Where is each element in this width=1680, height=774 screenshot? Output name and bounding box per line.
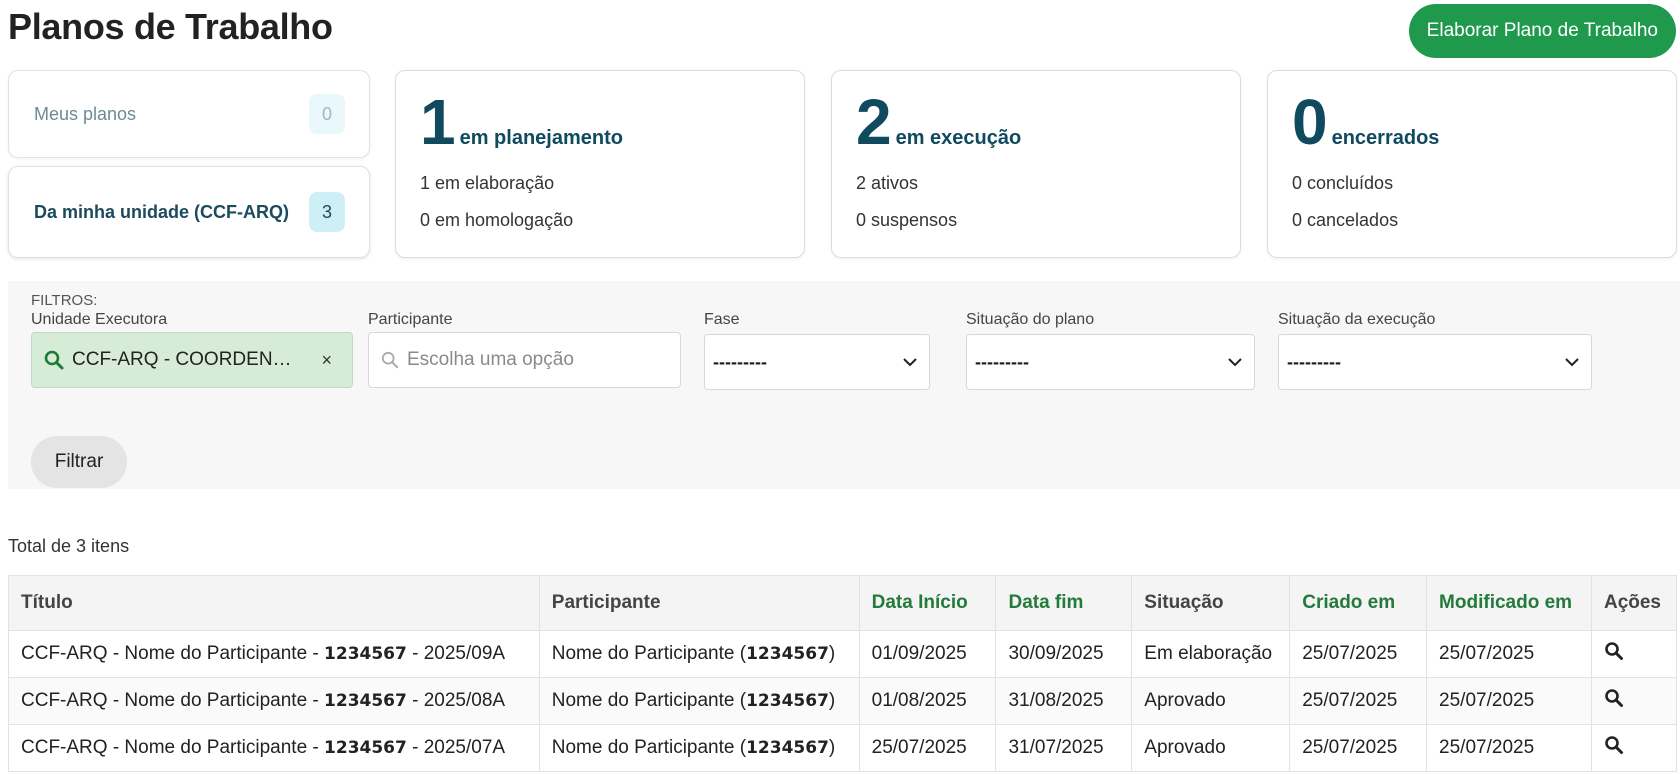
plans-table: Título Participante Data Início Data fim…: [8, 575, 1678, 772]
cell-created: 25/07/2025: [1289, 724, 1428, 772]
stat-number: 0: [1292, 86, 1328, 158]
stat-detail: 0 cancelados: [1292, 210, 1399, 230]
stat-card-planning: 1 em planejamento 1 em elaboração 0 em ho…: [395, 70, 805, 258]
participante-field[interactable]: [368, 332, 681, 388]
unidade-select[interactable]: CCF-ARQ - COORDEN… ×: [31, 332, 353, 388]
fase-label: Fase: [704, 311, 740, 328]
cell-created: 25/07/2025: [1289, 677, 1428, 725]
scope-my-unit-label: Da minha unidade (CCF-ARQ): [34, 201, 289, 222]
chevron-down-icon: [903, 358, 917, 367]
col-participante: Participante: [538, 575, 860, 631]
cell-end: 30/09/2025: [995, 630, 1133, 678]
scope-my-unit-count: 3: [309, 192, 345, 232]
fase-select[interactable]: ---------: [704, 334, 930, 390]
view-search-icon[interactable]: [1604, 641, 1624, 661]
filter-button[interactable]: Filtrar: [31, 436, 127, 488]
cell-modified: 25/07/2025: [1426, 724, 1592, 772]
scope-my-plans-label: Meus planos: [34, 103, 137, 124]
cell-title: CCF-ARQ - Nome do Participante - 1234567…: [8, 724, 540, 772]
table-header-row: Título Participante Data Início Data fim…: [8, 575, 1678, 631]
clear-icon[interactable]: ×: [321, 350, 332, 371]
participante-input[interactable]: [407, 349, 667, 371]
stat-number: 2: [856, 86, 892, 158]
total-count: Total de 3 itens: [8, 536, 130, 556]
stat-detail: 0 concluídos: [1292, 173, 1394, 193]
chevron-down-icon: [1565, 358, 1579, 367]
col-titulo: Título: [8, 575, 540, 631]
stat-detail: 0 em homologação: [420, 210, 574, 230]
scope-my-plans[interactable]: Meus planos 0: [8, 70, 370, 158]
cell-created: 25/07/2025: [1289, 630, 1428, 678]
stat-label: em execução: [895, 127, 1022, 149]
table-row: CCF-ARQ - Nome do Participante - 1234567…: [8, 677, 1678, 725]
filters-panel: FILTROS: Unidade Executora CCF-ARQ - COO…: [8, 281, 1680, 489]
stat-number: 1: [420, 86, 456, 158]
cell-actions: [1590, 677, 1678, 725]
col-data-inicio[interactable]: Data Início: [858, 575, 997, 631]
cell-title: CCF-ARQ - Nome do Participante - 1234567…: [8, 630, 540, 678]
situacao-execucao-value: ---------: [1287, 351, 1341, 372]
page-title: Planos de Trabalho: [8, 6, 333, 47]
stat-detail: 1 em elaboração: [420, 173, 555, 193]
table-row: CCF-ARQ - Nome do Participante - 1234567…: [8, 630, 1678, 678]
unidade-label: Unidade Executora: [31, 311, 168, 328]
stat-card-closed: 0 encerrados 0 concluídos 0 cancelados: [1267, 70, 1677, 258]
stat-label: em planejamento: [459, 127, 623, 149]
scope-my-unit[interactable]: Da minha unidade (CCF-ARQ) 3: [8, 166, 370, 258]
unidade-value: CCF-ARQ - COORDEN…: [72, 349, 292, 370]
situacao-execucao-label: Situação da execução: [1278, 311, 1436, 328]
col-acoes: Ações: [1590, 575, 1678, 631]
search-icon: [44, 350, 64, 370]
cell-end: 31/07/2025: [995, 724, 1133, 772]
participante-label: Participante: [368, 311, 453, 328]
cell-start: 01/08/2025: [858, 677, 997, 725]
cell-modified: 25/07/2025: [1426, 677, 1592, 725]
create-plan-button[interactable]: Elaborar Plano de Trabalho: [1408, 4, 1676, 58]
situacao-execucao-select[interactable]: ---------: [1278, 334, 1592, 390]
stat-detail: 2 ativos: [856, 173, 919, 193]
stat-label: encerrados: [1331, 127, 1440, 149]
cell-modified: 25/07/2025: [1426, 630, 1592, 678]
cell-participant: Nome do Participante (1234567): [538, 677, 860, 725]
cell-start: 25/07/2025: [858, 724, 997, 772]
cell-end: 31/08/2025: [995, 677, 1133, 725]
table-row: CCF-ARQ - Nome do Participante - 1234567…: [8, 724, 1678, 772]
view-search-icon[interactable]: [1604, 735, 1624, 755]
cell-actions: [1590, 724, 1678, 772]
scope-my-plans-count: 0: [309, 94, 345, 134]
situacao-plano-value: ---------: [975, 351, 1029, 372]
situacao-plano-select[interactable]: ---------: [966, 334, 1255, 390]
cell-participant: Nome do Participante (1234567): [538, 724, 860, 772]
cell-status: Aprovado: [1131, 724, 1291, 772]
col-data-fim[interactable]: Data fim: [995, 575, 1133, 631]
chevron-down-icon: [1228, 358, 1242, 367]
cell-participant: Nome do Participante (1234567): [538, 630, 860, 678]
stat-card-execution: 2 em execução 2 ativos 0 suspensos: [831, 70, 1241, 258]
cell-start: 01/09/2025: [858, 630, 997, 678]
view-search-icon[interactable]: [1604, 688, 1624, 708]
situacao-plano-label: Situação do plano: [966, 311, 1095, 328]
cell-actions: [1590, 630, 1678, 678]
cell-status: Aprovado: [1131, 677, 1291, 725]
stat-detail: 0 suspensos: [856, 210, 958, 230]
cell-status: Em elaboração: [1131, 630, 1291, 678]
filters-title: FILTROS:: [31, 292, 98, 309]
cell-title: CCF-ARQ - Nome do Participante - 1234567…: [8, 677, 540, 725]
search-icon: [381, 351, 399, 369]
col-criado-em[interactable]: Criado em: [1289, 575, 1428, 631]
col-modificado-em[interactable]: Modificado em: [1426, 575, 1592, 631]
col-situacao: Situação: [1131, 575, 1291, 631]
fase-value: ---------: [713, 351, 767, 372]
